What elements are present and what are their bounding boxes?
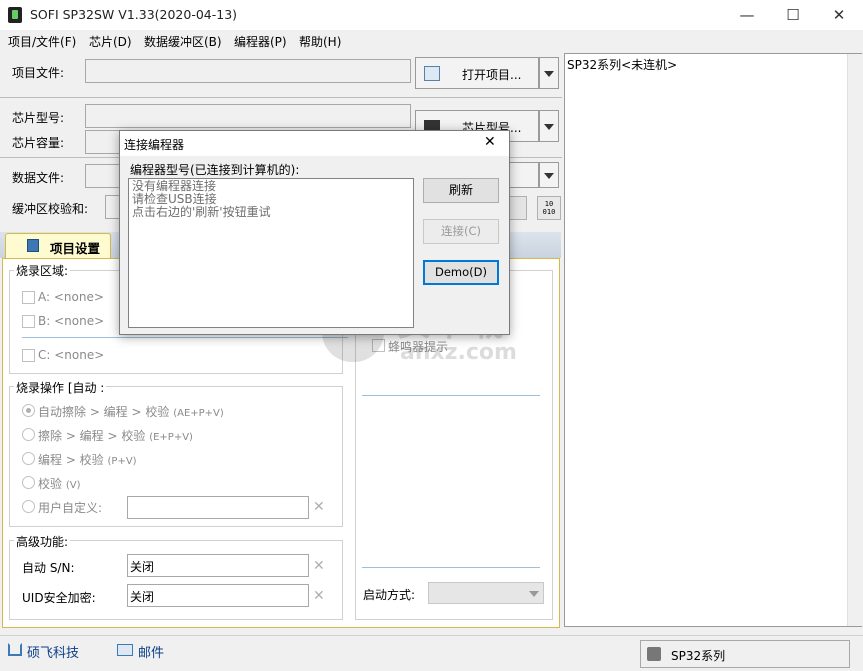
radio-verify[interactable] bbox=[22, 476, 35, 489]
hex-view-icon[interactable]: 10 010 bbox=[537, 196, 561, 220]
divider bbox=[22, 337, 348, 338]
user-defined-input[interactable] bbox=[127, 496, 309, 519]
folder-open-icon bbox=[424, 66, 440, 81]
programmer-list[interactable]: 没有编程器连接 请检查USB连接 点击右边的'刷新'按钮重试 bbox=[128, 178, 414, 328]
data-file-dropdown[interactable] bbox=[539, 162, 559, 188]
option-auto-erase-label: 自动擦除 > 编程 > 校验 (AE+P+V) bbox=[38, 405, 224, 419]
clear-icon[interactable]: ✕ bbox=[313, 588, 325, 604]
dialog-title: 连接编程器 bbox=[124, 138, 185, 152]
option-verify-label: 校验 (V) bbox=[38, 477, 81, 491]
mail-icon bbox=[117, 644, 133, 656]
uid-encryption-label: UID安全加密: bbox=[22, 591, 96, 605]
buffer-checksum-label: 缓冲区校验和: bbox=[12, 202, 89, 216]
tab-project-settings-label: 项目设置 bbox=[50, 241, 101, 256]
menu-help[interactable]: 帮助(H) bbox=[299, 33, 341, 50]
close-button[interactable]: ✕ bbox=[816, 0, 862, 30]
chip-model-field[interactable] bbox=[85, 104, 411, 128]
company-link[interactable]: 硕飞科技 bbox=[27, 642, 79, 661]
chevron-down-icon bbox=[544, 173, 554, 179]
demo-button[interactable]: Demo(D) bbox=[423, 260, 499, 285]
radio-auto-erase-program-verify[interactable] bbox=[22, 404, 35, 417]
area-b-label: B: <none> bbox=[38, 314, 105, 328]
option-erase-label: 擦除 > 编程 > 校验 (E+P+V) bbox=[38, 429, 193, 443]
connect-programmer-dialog: 连接编程器 ✕ 编程器型号(已连接到计算机的): 没有编程器连接 请检查USB连… bbox=[119, 130, 510, 335]
divider bbox=[362, 567, 540, 568]
list-item: 点击右边的'刷新'按钮重试 bbox=[132, 205, 271, 219]
project-file-label: 项目文件: bbox=[12, 66, 65, 80]
mail-link[interactable]: 邮件 bbox=[138, 642, 164, 661]
clear-icon[interactable]: ✕ bbox=[313, 499, 325, 515]
usb-disconnected-icon bbox=[647, 647, 661, 661]
device-status-text: SP32系列<未连机> bbox=[567, 58, 678, 72]
programmer-list-label: 编程器型号(已连接到计算机的): bbox=[130, 163, 300, 177]
clear-icon[interactable]: ✕ bbox=[313, 558, 325, 574]
project-file-field[interactable] bbox=[85, 59, 411, 83]
radio-erase-program-verify[interactable] bbox=[22, 428, 35, 441]
open-project-dropdown[interactable] bbox=[539, 57, 559, 89]
watermark-text-en: anxz.com bbox=[400, 340, 517, 365]
connect-button[interactable]: 连接(C) bbox=[423, 219, 499, 244]
device-status-badge: SP32系列 bbox=[640, 640, 850, 668]
chevron-down-icon bbox=[544, 71, 554, 77]
open-project-button[interactable]: 打开项目... bbox=[415, 57, 539, 89]
checkbox-area-a[interactable] bbox=[22, 291, 35, 304]
open-project-label: 打开项目... bbox=[462, 68, 522, 82]
checkbox-area-c[interactable] bbox=[22, 349, 35, 362]
scrollbar[interactable] bbox=[847, 54, 862, 626]
menu-programmer[interactable]: 编程器(P) bbox=[234, 33, 287, 50]
advanced-title: 高级功能: bbox=[14, 533, 71, 550]
radio-user-defined[interactable] bbox=[22, 500, 35, 513]
maximize-button[interactable]: ☐ bbox=[770, 0, 816, 30]
option-program-label: 编程 > 校验 (P+V) bbox=[38, 453, 137, 467]
start-mode-label: 启动方式: bbox=[363, 588, 416, 602]
data-file-label: 数据文件: bbox=[12, 171, 65, 185]
start-mode-select[interactable] bbox=[428, 582, 544, 604]
menu-data-buffer[interactable]: 数据缓冲区(B) bbox=[144, 33, 222, 50]
device-status-label: SP32系列 bbox=[671, 649, 726, 663]
menu-chip[interactable]: 芯片(D) bbox=[89, 33, 132, 50]
title-bar: SOFI SP32SW V1.33(2020-04-13) — ☐ ✕ bbox=[0, 0, 863, 30]
divider bbox=[0, 97, 562, 98]
radio-program-verify[interactable] bbox=[22, 452, 35, 465]
area-c-label: C: <none> bbox=[38, 348, 105, 362]
chevron-down-icon bbox=[544, 124, 554, 130]
dialog-title-bar: 连接编程器 ✕ bbox=[120, 131, 509, 156]
advanced-group bbox=[9, 540, 343, 620]
burn-area-title: 烧录区域: bbox=[14, 262, 71, 279]
chip-capacity-label: 芯片容量: bbox=[12, 136, 65, 150]
dialog-close-button[interactable]: ✕ bbox=[484, 134, 496, 150]
minimize-button[interactable]: — bbox=[724, 0, 770, 30]
burn-operation-title: 烧录操作 [自动 : bbox=[14, 379, 107, 396]
option-user-defined-label: 用户自定义: bbox=[38, 501, 103, 515]
auto-sn-label: 自动 S/N: bbox=[22, 561, 75, 575]
auto-sn-field[interactable]: 关闭 bbox=[127, 554, 309, 577]
checkbox-area-b[interactable] bbox=[22, 315, 35, 328]
chevron-down-icon bbox=[529, 591, 539, 597]
chip-model-dropdown[interactable] bbox=[539, 110, 559, 142]
chip-model-label: 芯片型号: bbox=[12, 111, 65, 125]
menu-project-file[interactable]: 项目/文件(F) bbox=[8, 33, 76, 50]
app-icon bbox=[8, 7, 22, 23]
uid-encryption-field[interactable]: 关闭 bbox=[127, 584, 309, 607]
home-icon bbox=[8, 643, 22, 656]
divider bbox=[362, 395, 540, 396]
window-title: SOFI SP32SW V1.33(2020-04-13) bbox=[30, 7, 238, 22]
settings-icon bbox=[27, 239, 39, 252]
area-a-label: A: <none> bbox=[38, 290, 104, 304]
device-status-panel: SP32系列<未连机> bbox=[564, 53, 862, 627]
refresh-button[interactable]: 刷新 bbox=[423, 178, 499, 203]
